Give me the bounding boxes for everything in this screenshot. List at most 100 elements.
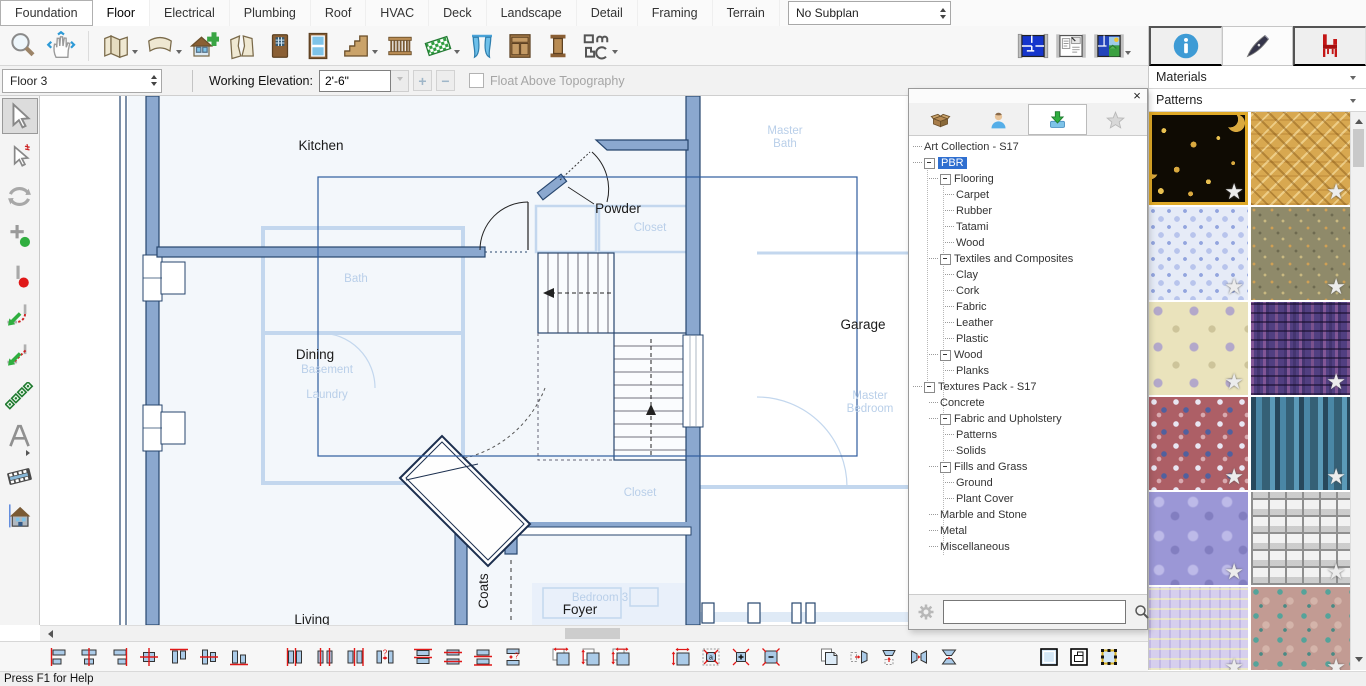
dist-center-v-button[interactable] [312,644,338,670]
mirror-vertical-button[interactable] [936,644,962,670]
layout-view-button[interactable] [1052,27,1090,65]
dist-right-button[interactable] [342,644,368,670]
pen-button[interactable] [1222,26,1294,66]
railing-tool-button[interactable] [381,27,419,65]
align-center-h-button[interactable] [196,644,222,670]
elevation-increase-button[interactable]: + [413,70,432,91]
library-download-tab[interactable] [1028,104,1087,135]
dist-left-button[interactable] [282,644,308,670]
flip-horizontal-button[interactable] [846,644,872,670]
elevation-dropdown-button[interactable] [391,70,409,92]
text-tool-button[interactable] [2,418,38,454]
spinner-icon[interactable] [940,5,950,22]
align-top-button[interactable] [166,644,192,670]
favorite-star-icon[interactable]: ★ [1224,559,1244,585]
scroll-up-icon[interactable] [1351,112,1366,127]
furniture-button[interactable] [1293,26,1366,66]
tree-item-fills-and-grass[interactable]: Fills and Grass [909,459,1147,475]
dist-space-v-button[interactable]: ? [500,644,526,670]
tree-item-art-collection-s17[interactable]: Art Collection - S17 [909,139,1147,155]
fillet-tool-button[interactable] [2,298,38,334]
align-bottom-button[interactable] [226,644,252,670]
build-house-tool-button[interactable] [185,27,223,65]
favorite-star-icon[interactable]: ★ [1224,369,1244,395]
box-select-view-button[interactable] [1096,644,1122,670]
patterns-header[interactable]: Patterns [1149,89,1366,112]
align-center-v-button[interactable] [76,644,102,670]
favorite-star-icon[interactable]: ★ [1224,274,1244,300]
materials-header[interactable]: Materials [1149,66,1366,89]
grow-object-button[interactable] [728,644,754,670]
align-left-button[interactable] [46,644,72,670]
window-tool-button[interactable] [299,27,337,65]
tree-item-fabric-and-upholstery[interactable]: Fabric and Upholstery [909,411,1147,427]
curved-wall-tool-button[interactable] [141,27,179,65]
walkthrough-tool-button[interactable] [2,458,38,494]
material-swatch-olive-speckle[interactable]: ★ [1251,207,1350,300]
floor-material-tool-dropdown-icon[interactable] [454,50,460,57]
material-swatch-pink-teal-pattern[interactable]: ★ [1251,587,1350,670]
material-swatch-gray-basketweave[interactable]: ★ [1251,492,1350,585]
library-user-tab[interactable] [970,104,1029,135]
material-swatch-lavender-grid[interactable]: ★ [1149,587,1248,670]
tab-roof[interactable]: Roof [311,0,366,26]
chamfer-tool-button[interactable] [2,338,38,374]
favorite-star-icon[interactable]: ★ [1326,654,1346,670]
tree-item-wood[interactable]: Wood [909,235,1147,251]
collapse-icon[interactable] [924,382,935,393]
collapse-icon[interactable] [940,414,951,425]
sidebar-scrollbar[interactable] [1350,112,1366,670]
material-swatch-gold-geometric[interactable]: ★ [1251,112,1350,205]
tree-item-planks[interactable]: Planks [909,363,1147,379]
close-icon[interactable]: × [1131,89,1143,103]
h-scrollbar-thumb[interactable] [565,628,620,639]
dist-middle-button[interactable] [440,644,466,670]
box-blank-view-button[interactable] [1036,644,1062,670]
pan-tool-button[interactable] [42,27,80,65]
curved-wall-tool-dropdown-icon[interactable] [176,50,182,57]
tree-item-concrete[interactable]: Concrete [909,395,1147,411]
favorite-star-icon[interactable]: ★ [1326,274,1346,300]
align-center-both-button[interactable] [136,644,162,670]
floor-material-tool-button[interactable] [419,27,457,65]
material-swatch-lavender-floral[interactable]: ★ [1149,492,1248,585]
tree-item-marble-and-stone[interactable]: Marble and Stone [909,507,1147,523]
delete-node-tool-button[interactable] [2,258,38,294]
gear-icon[interactable] [916,602,936,622]
tree-item-textiles-and-composites[interactable]: Textiles and Composites [909,251,1147,267]
tab-foundation[interactable]: Foundation [0,0,93,26]
tree-item-miscellaneous[interactable]: Miscellaneous [909,539,1147,555]
tree-item-solids[interactable]: Solids [909,443,1147,459]
favorite-star-icon[interactable]: ★ [1224,464,1244,490]
tree-item-tatami[interactable]: Tatami [909,219,1147,235]
curtain-tool-button[interactable] [463,27,501,65]
column-tool-button[interactable] [539,27,577,65]
tab-floor[interactable]: Floor [93,0,150,26]
box-plan-view-button[interactable] [1066,644,1092,670]
wall-tool-dropdown-icon[interactable] [132,50,138,57]
flip-vertical-button[interactable] [876,644,902,670]
break-wall-tool-button[interactable] [223,27,261,65]
tree-item-ground[interactable]: Ground [909,475,1147,491]
dist-bottom-button[interactable] [470,644,496,670]
plan-view-button[interactable] [1014,27,1052,65]
collapse-icon[interactable] [940,350,951,361]
dist-space-h-button[interactable]: ? [372,644,398,670]
working-elevation-input[interactable] [319,70,391,92]
zoom-tool-button[interactable] [4,27,42,65]
elevation-decrease-button[interactable]: − [436,70,455,91]
camera-view-button[interactable] [1090,27,1128,65]
tree-item-flooring[interactable]: Flooring [909,171,1147,187]
tab-plumbing[interactable]: Plumbing [230,0,311,26]
camera-view-dropdown-icon[interactable] [1125,51,1131,58]
flyout-caret-icon[interactable] [26,450,33,456]
material-swatch-purple-weave[interactable]: ★ [1251,302,1350,395]
match-size-button[interactable] [608,644,634,670]
align-right-button[interactable] [106,644,132,670]
rotate-tool-button[interactable] [2,178,38,214]
subplan-select[interactable]: No Subplan [788,1,951,25]
tree-item-textures-pack-s17[interactable]: Textures Pack - S17 [909,379,1147,395]
stairs-tool-button[interactable] [337,27,375,65]
material-swatch-night-sky-stars[interactable]: ★ [1149,112,1248,205]
material-swatch-blue-lace[interactable]: ★ [1149,207,1248,300]
